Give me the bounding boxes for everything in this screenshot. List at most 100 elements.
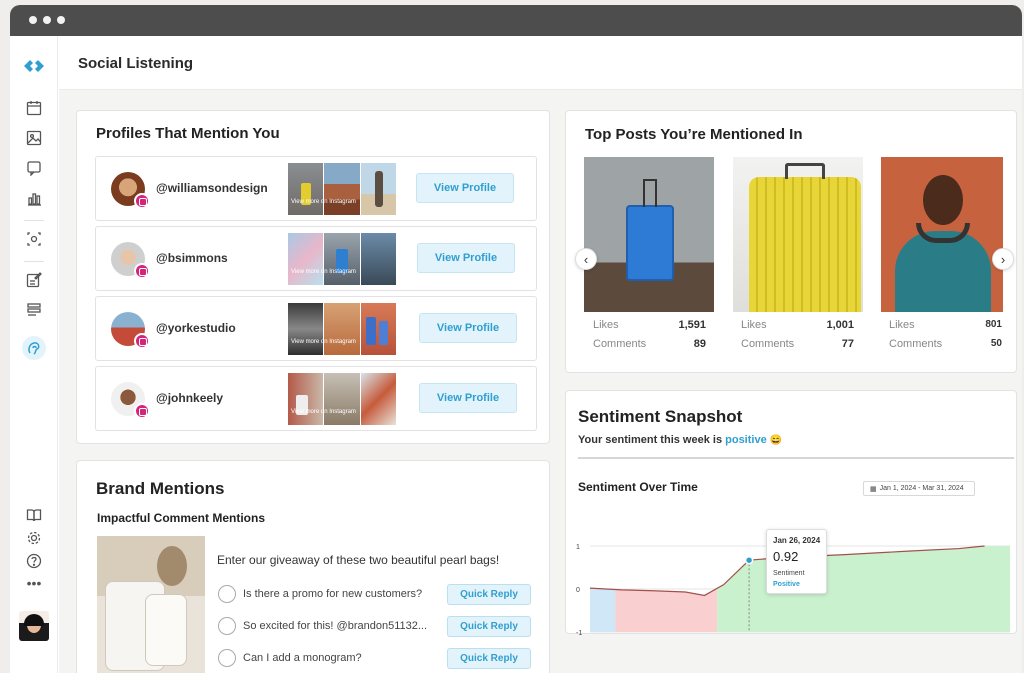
post-image[interactable] — [733, 157, 863, 312]
post-likes-value: 1,591 — [678, 319, 706, 331]
window-dot[interactable] — [29, 16, 37, 24]
page-title: Social Listening — [78, 55, 194, 72]
window-titlebar — [10, 5, 1022, 36]
view-profile-button[interactable]: View Profile — [419, 383, 517, 413]
suitcase-shape — [626, 205, 674, 281]
edit-post-icon[interactable] — [24, 270, 44, 290]
comment-text: So excited for this! @brandon51132... — [243, 620, 428, 632]
profile-row: @bsimmons View more on Instagram View Pr… — [95, 226, 537, 291]
profile-handle[interactable]: @johnkeely — [156, 391, 223, 405]
post-likes-label: Likes — [889, 319, 915, 331]
post-image[interactable] — [881, 157, 1003, 312]
thumbnail-image — [288, 373, 324, 425]
user-icon — [218, 617, 236, 635]
highlight-point — [744, 555, 754, 565]
top-posts-card-title: Top Posts You’re Mentioned In — [585, 126, 803, 143]
list-icon[interactable] — [24, 300, 44, 320]
book-icon[interactable] — [24, 505, 44, 525]
user-icon — [218, 585, 236, 603]
profile-row: @johnkeely View more on Instagram View P… — [95, 366, 537, 431]
mention-post-text: Enter our giveaway of these two beautifu… — [217, 553, 500, 567]
profile-thumbnails[interactable] — [288, 233, 396, 285]
sentiment-week-prefix: Your sentiment this week is — [578, 434, 723, 446]
instagram-icon — [134, 193, 150, 209]
tooltip-date: Jan 26, 2024 — [773, 536, 821, 545]
suitcase-handle — [785, 163, 825, 179]
thumbnail-image — [324, 233, 360, 285]
thumbnail-image — [324, 373, 360, 425]
window-dot[interactable] — [43, 16, 51, 24]
logo-icon[interactable] — [24, 56, 44, 76]
comment-text: Is there a promo for new customers? — [243, 588, 423, 600]
thumbnail-caption: View more on Instagram — [291, 199, 356, 205]
main-area: Social Listening Profiles That Mention Y… — [59, 36, 1022, 673]
user-icon — [218, 649, 236, 667]
thumbnail-caption: View more on Instagram — [291, 409, 356, 415]
date-range-text: Jan 1, 2024 - Mar 31, 2024 — [879, 485, 964, 492]
avatar[interactable] — [19, 611, 49, 641]
sentiment-title: Sentiment Snapshot — [578, 407, 743, 426]
profile-handle[interactable]: @williamsondesign — [156, 181, 268, 195]
person-head — [923, 175, 963, 225]
view-profile-button[interactable]: View Profile — [417, 243, 515, 273]
sidebar: ••• — [10, 36, 58, 673]
analytics-icon[interactable] — [24, 188, 44, 208]
post-comments-label: Comments — [741, 338, 795, 350]
view-profile-button[interactable]: View Profile — [419, 313, 517, 343]
post-likes-label: Likes — [593, 319, 619, 331]
area-band-neutral — [590, 588, 616, 632]
profile-row: @williamsondesign View more on Instagram… — [95, 156, 537, 221]
mention-post-image[interactable] — [97, 536, 205, 673]
profile-handle[interactable]: @bsimmons — [156, 251, 228, 265]
brand-mentions-subtitle: Impactful Comment Mentions — [97, 511, 266, 525]
post-image[interactable] — [584, 157, 714, 312]
y-tick-label: 0 — [576, 587, 580, 594]
brand-mentions-title: Brand Mentions — [96, 479, 225, 498]
date-range-picker[interactable]: ▦ Jan 1, 2024 - Mar 31, 2024 — [863, 481, 975, 496]
window-dot[interactable] — [57, 16, 65, 24]
sidebar-divider — [24, 220, 44, 221]
section-divider — [578, 457, 1014, 459]
calendar-icon[interactable] — [24, 98, 44, 118]
app-window: ••• Social Listening Profiles That Menti… — [10, 5, 1022, 673]
gear-icon[interactable] — [24, 528, 44, 548]
thumbnail-image — [360, 163, 396, 215]
post-comments-value: 89 — [693, 338, 706, 350]
instagram-icon — [134, 263, 150, 279]
quick-reply-button[interactable]: Quick Reply — [447, 616, 531, 637]
comment-text: Can I add a monogram? — [243, 652, 362, 664]
social-listening-icon[interactable] — [22, 336, 46, 360]
thumbnail-caption: View more on Instagram — [291, 339, 356, 345]
thumbnail-image — [360, 373, 396, 425]
profile-thumbnails[interactable] — [288, 373, 396, 425]
plant-shape — [157, 546, 187, 586]
profile-thumbnails[interactable] — [288, 303, 396, 355]
profile-handle[interactable]: @yorkestudio — [156, 321, 236, 335]
carousel-next-button[interactable]: › — [992, 248, 1014, 270]
post-comments-value: 50 — [990, 338, 1002, 349]
profile-row: @yorkestudio View more on Instagram View… — [95, 296, 537, 361]
chat-icon[interactable] — [24, 158, 44, 178]
profile-thumbnails[interactable] — [288, 163, 396, 215]
suitcase-shape — [749, 177, 861, 312]
profiles-card: Profiles That Mention You @williamsondes… — [76, 110, 550, 444]
thumbnail-image — [324, 163, 360, 215]
instagram-icon — [134, 403, 150, 419]
more-icon[interactable]: ••• — [24, 573, 44, 593]
settings-gear-icon[interactable] — [24, 229, 44, 249]
view-profile-button[interactable]: View Profile — [416, 173, 514, 203]
quick-reply-button[interactable]: Quick Reply — [447, 648, 531, 669]
sentiment-week-line: Your sentiment this week is positive 😄 — [578, 434, 782, 446]
sidebar-divider — [24, 261, 44, 262]
chart-tooltip: Jan 26, 2024 0.92 Sentiment Positive — [766, 529, 827, 594]
y-tick-label: 1 — [576, 544, 580, 551]
tooltip-status: Positive — [773, 581, 800, 588]
image-icon[interactable] — [24, 128, 44, 148]
calendar-icon: ▦ — [870, 485, 877, 493]
tooltip-value: 0.92 — [773, 549, 799, 564]
quick-reply-button[interactable]: Quick Reply — [447, 584, 531, 605]
carousel-prev-button[interactable]: ‹ — [575, 248, 597, 270]
brand-mentions-card: Brand Mentions Impactful Comment Mention… — [76, 460, 550, 673]
sentiment-card: Sentiment Snapshot Your sentiment this w… — [565, 390, 1017, 635]
help-icon[interactable] — [24, 551, 44, 571]
